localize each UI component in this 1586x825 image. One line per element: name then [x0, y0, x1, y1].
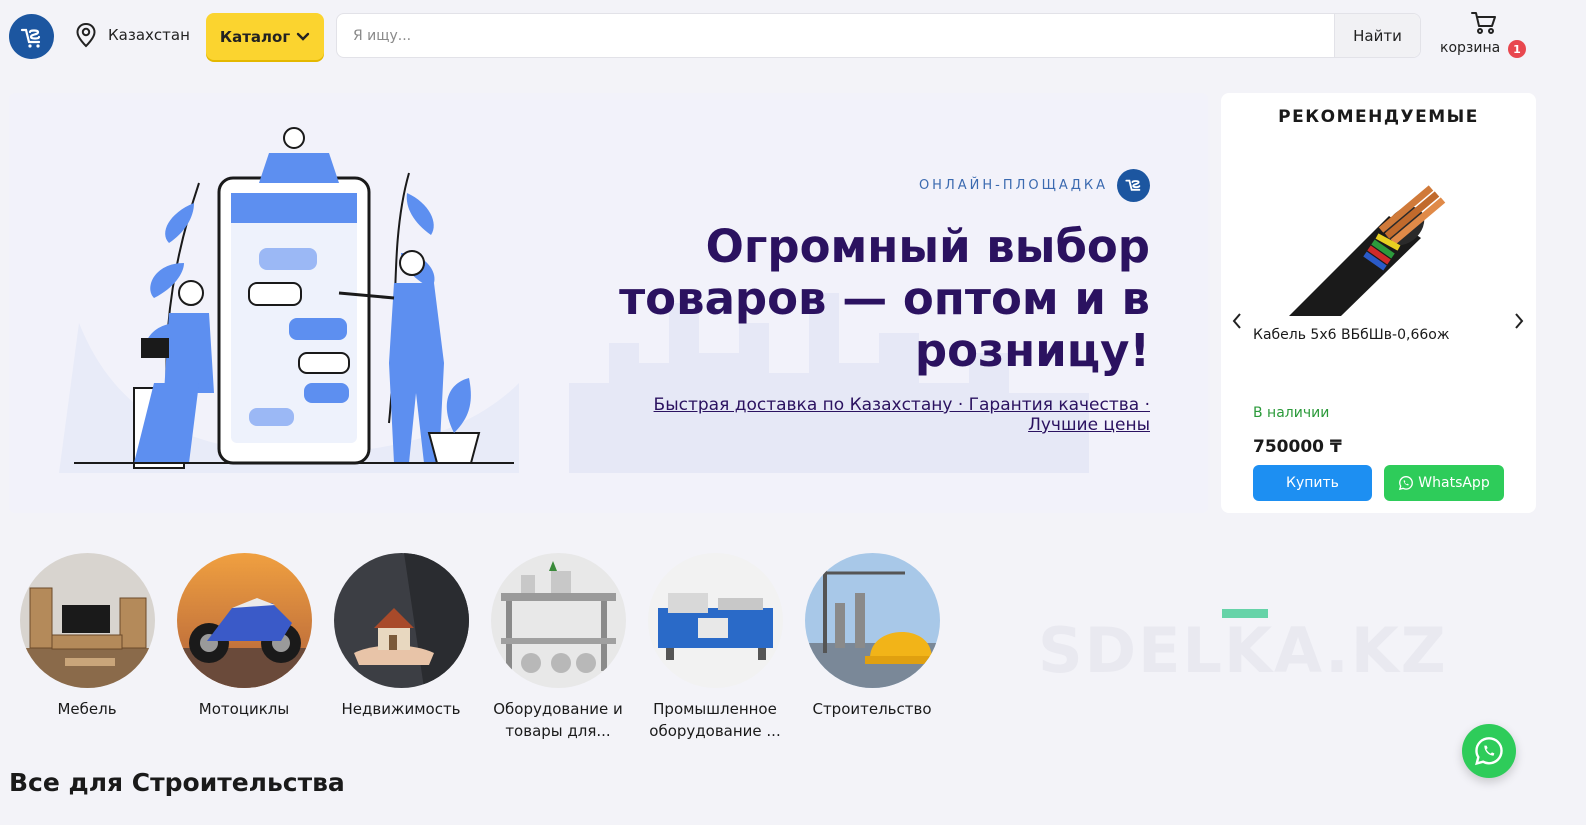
hero-tagline: ОНЛАЙН-ПЛОЩАДКА: [918, 178, 1108, 193]
category-image: [490, 553, 626, 688]
whatsapp-button[interactable]: WhatsApp: [1384, 465, 1504, 501]
category-image: [804, 553, 940, 688]
chevron-left-icon: [1232, 313, 1241, 329]
real-estate-image: [333, 553, 469, 688]
location-pin-icon: [76, 22, 96, 48]
construction-image: [804, 553, 940, 688]
category-label: Промышленное оборудование ...: [649, 700, 781, 740]
category-label: Недвижимость: [341, 700, 461, 718]
chevron-down-icon: [296, 32, 310, 41]
catalog-button[interactable]: Каталог: [206, 13, 324, 60]
category-label: Строительство: [812, 700, 932, 718]
cart-count-badge: 1: [1508, 40, 1526, 58]
category-construction[interactable]: Строительство: [797, 553, 947, 720]
hero-banner: ОНЛАЙН-ПЛОЩАДКА Огромный выбор товаров —…: [9, 93, 1208, 513]
product-name[interactable]: Кабель 5х6 ВБбШв-0,66ож: [1253, 327, 1449, 343]
category-image: [333, 553, 469, 688]
recommended-card: РЕКОМЕНДУЕМЫЕ Кабель 5х6 ВБбШв-0,66ож В …: [1221, 93, 1536, 513]
carousel-next-button[interactable]: [1509, 309, 1529, 333]
search-bar: Найти: [336, 13, 1421, 58]
cart-icon: [1471, 12, 1496, 34]
whatsapp-label: WhatsApp: [1418, 475, 1490, 491]
industrial-machine-image: [647, 553, 783, 688]
furniture-image: [19, 553, 155, 688]
product-price: 750000 ₸: [1253, 437, 1342, 457]
category-real-estate[interactable]: Недвижимость: [326, 553, 476, 720]
catalog-label: Каталог: [219, 27, 291, 46]
product-image-cable[interactable]: [1281, 178, 1451, 323]
hero-subtitle-link[interactable]: Быстрая доставка по Казахстану · Гаранти…: [650, 395, 1150, 435]
buy-button[interactable]: Купить: [1253, 465, 1372, 501]
hero-title: Огромный выбор товаров — оптом и в розни…: [619, 220, 1150, 377]
motorcycle-image: [176, 553, 312, 688]
recommended-title: РЕКОМЕНДУЕМЫЕ: [1278, 107, 1479, 127]
header: Казахстан Каталог Найти корзина 1: [0, 0, 1586, 72]
whatsapp-icon: [1399, 475, 1414, 491]
category-label: Оборудование и товары для...: [493, 700, 623, 740]
category-label: Мотоциклы: [198, 700, 290, 718]
location-label: Казахстан: [108, 26, 190, 44]
whatsapp-floating-button[interactable]: [1462, 724, 1516, 778]
category-equipment[interactable]: Оборудование и товары для...: [483, 553, 633, 742]
category-industrial-equipment[interactable]: Промышленное оборудование ...: [640, 553, 790, 742]
hero-logo-badge: [1117, 169, 1150, 202]
category-motorcycles[interactable]: Мотоциклы: [169, 553, 319, 720]
online-shopping-illustration: [59, 127, 519, 473]
carousel-prev-button[interactable]: [1227, 309, 1247, 333]
search-button[interactable]: Найти: [1334, 14, 1420, 57]
category-image: [176, 553, 312, 688]
stock-status: В наличии: [1253, 405, 1330, 421]
category-label: Мебель: [57, 700, 117, 718]
cart-label: корзина: [1440, 40, 1501, 56]
category-image: [19, 553, 155, 688]
category-furniture[interactable]: Мебель: [12, 553, 162, 720]
logo-icon: [20, 28, 40, 48]
site-logo[interactable]: [9, 14, 54, 59]
logo-icon: [1124, 179, 1140, 191]
watermark-logo: SDELKA.KZ: [1038, 614, 1448, 687]
category-image: [647, 553, 783, 688]
location-selector[interactable]: Казахстан: [74, 22, 190, 48]
section-title: Все для Строительства: [9, 768, 345, 797]
chevron-right-icon: [1515, 313, 1524, 329]
cart-button[interactable]: корзина 1: [1440, 10, 1540, 62]
whatsapp-icon: [1475, 737, 1503, 766]
kitchen-equipment-image: [490, 553, 626, 688]
search-input[interactable]: [337, 14, 1334, 57]
